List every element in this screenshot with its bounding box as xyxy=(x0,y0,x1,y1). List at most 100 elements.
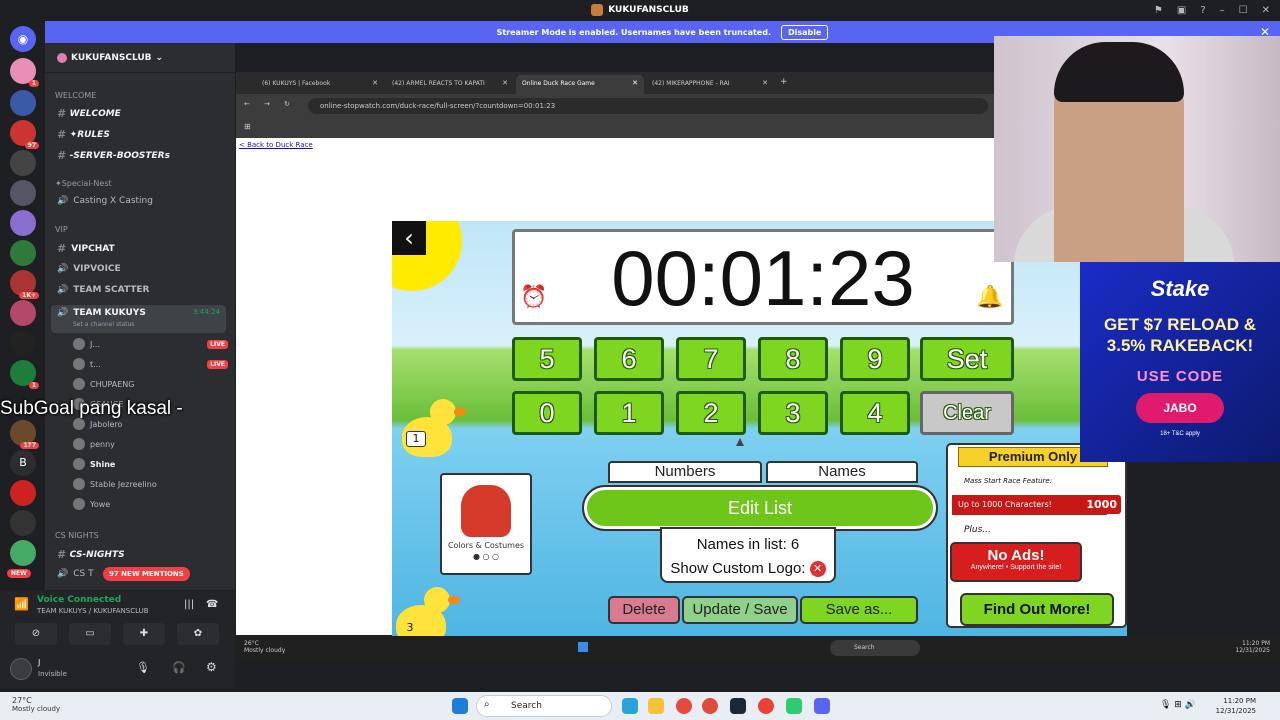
apps-icon[interactable]: ⊞ xyxy=(244,122,251,131)
channel-status[interactable]: Set a channel status xyxy=(73,321,134,328)
tray-icons[interactable]: 🎙 ⊞ 🔊 xyxy=(1160,700,1196,710)
clear-button[interactable]: Clear xyxy=(920,391,1014,435)
channel-vipchat[interactable]: # VIPCHAT xyxy=(57,242,115,255)
browser-tab[interactable]: (42) MIKERAPPHONE - RAI ✕ xyxy=(646,75,774,94)
close-icon[interactable]: ✕ xyxy=(372,79,378,87)
disconnect-icon[interactable]: ☎ xyxy=(206,599,218,610)
channel-welcome[interactable]: # WELCOME xyxy=(57,107,121,120)
chrome-icon[interactable] xyxy=(758,698,774,714)
bell-icon[interactable]: 🔔 xyxy=(976,285,1003,310)
key-6[interactable]: 6 xyxy=(594,337,664,381)
server-icon[interactable]: 1 xyxy=(10,58,39,87)
save-as-button[interactable]: Save as... xyxy=(800,596,918,624)
new-tab-icon[interactable]: + xyxy=(780,77,788,87)
server-icon[interactable] xyxy=(10,210,36,236)
voice-user[interactable]: Yowe xyxy=(73,498,228,510)
close-icon[interactable]: ✕ xyxy=(1262,5,1270,16)
voice-channel[interactable]: TEAM KUKUYS / KUKUFANSCLUB xyxy=(37,607,149,615)
key-5[interactable]: 5 xyxy=(512,337,582,381)
find-out-more-button[interactable]: Find Out More! xyxy=(960,593,1114,626)
category-vip[interactable]: VIP xyxy=(55,225,68,234)
edit-list-button[interactable]: Edit List xyxy=(582,485,938,531)
camera-off-icon[interactable]: ⊘ xyxy=(15,623,57,645)
server-icon[interactable]: 1K+ xyxy=(10,270,39,299)
key-8[interactable]: 8 xyxy=(758,337,828,381)
voice-user[interactable]: t... LIVE xyxy=(73,358,228,370)
key-2[interactable]: 2 xyxy=(676,391,746,435)
key-1[interactable]: 1 xyxy=(594,391,664,435)
voice-user[interactable]: J... LIVE xyxy=(73,338,228,350)
server-icon[interactable] xyxy=(10,90,36,116)
server-icon[interactable] xyxy=(10,240,36,266)
set-button[interactable]: Set xyxy=(920,337,1014,381)
channel-rules[interactable]: # ✦RULES xyxy=(57,128,110,141)
key-4[interactable]: 4 xyxy=(840,391,910,435)
close-icon[interactable]: ✕ xyxy=(809,561,826,578)
costume-card[interactable]: Colors & Costumes ● ○ ○ xyxy=(440,473,532,575)
avatar[interactable] xyxy=(10,658,32,680)
server-icon[interactable]: 177 xyxy=(10,420,39,449)
activities-icon[interactable]: ✚ xyxy=(123,623,165,645)
gear-icon[interactable]: ⚙ xyxy=(206,660,217,674)
server-icon[interactable] xyxy=(10,180,36,206)
channel-boosters[interactable]: # -SERVER-BOOSTERs xyxy=(57,149,170,162)
file-explorer-icon[interactable] xyxy=(648,698,664,714)
alarm-clock-icon[interactable]: ⏰ xyxy=(520,285,547,310)
soundboard-icon[interactable]: ✿ xyxy=(177,623,219,645)
category-welcome[interactable]: WELCOME xyxy=(55,91,96,100)
disable-button[interactable]: Disable xyxy=(780,24,829,40)
server-icon[interactable] xyxy=(10,150,36,176)
browser-tab[interactable]: (42) ARMEL REACTS TO KAPATI ✕ xyxy=(386,75,514,94)
server-header[interactable]: KUKUFANSCLUB ⌄ xyxy=(45,43,235,73)
forward-icon[interactable]: → xyxy=(264,100,270,108)
noise-suppression-icon[interactable]: ||| xyxy=(184,599,194,610)
browser-tab-active[interactable]: Online Duck Race Game ✕ xyxy=(516,75,644,94)
channel-cs-t[interactable]: 🔊 CS T xyxy=(57,569,94,579)
key-7[interactable]: 7 xyxy=(676,337,746,381)
channel-team-kukuys[interactable]: 🔊 TEAM KUKUYS 3:44:24 Set a channel stat… xyxy=(51,305,226,333)
server-letter[interactable]: B xyxy=(10,450,36,476)
discord-home-icon[interactable]: ◉ xyxy=(10,26,36,52)
weather-widget[interactable]: 27°C Mostly cloudy xyxy=(12,696,60,713)
back-icon[interactable]: ← xyxy=(244,100,250,108)
back-arrow-icon[interactable]: ‹ xyxy=(392,221,426,255)
tab-numbers[interactable]: Numbers xyxy=(608,461,762,483)
voice-user[interactable]: CHUPAENG xyxy=(73,378,228,390)
screen-share-icon[interactable]: ▭ xyxy=(69,623,111,645)
new-mentions-badge[interactable]: 97 NEW MENTIONS xyxy=(103,567,190,581)
steam-icon[interactable] xyxy=(730,698,746,714)
discord-icon[interactable] xyxy=(814,698,830,714)
taskbar-clock[interactable]: 11:20 PM 12/31/2025 xyxy=(1216,696,1256,716)
reload-icon[interactable]: ↻ xyxy=(284,100,290,108)
headphones-icon[interactable]: 🎧 xyxy=(172,661,186,674)
key-0[interactable]: 0 xyxy=(512,391,582,435)
voice-user[interactable]: penny xyxy=(73,438,228,450)
close-icon[interactable]: ✕ xyxy=(502,79,508,87)
minimize-icon[interactable]: – xyxy=(1220,5,1225,16)
update-save-button[interactable]: Update / Save xyxy=(682,596,798,624)
delete-button[interactable]: Delete xyxy=(608,596,680,624)
category-special-nest[interactable]: ✦Special-Nest xyxy=(55,179,112,188)
server-icon[interactable]: 1 xyxy=(10,360,39,389)
taskbar-search[interactable]: Search xyxy=(476,695,612,717)
server-icon[interactable] xyxy=(10,480,36,506)
chrome-icon[interactable] xyxy=(676,698,692,714)
windows-start-icon[interactable] xyxy=(452,698,468,714)
maximize-icon[interactable]: ☐ xyxy=(1239,5,1248,16)
browser-tab[interactable]: (6) KUKUYS | Facebook ✕ xyxy=(256,75,384,94)
carousel-dots[interactable]: ● ○ ○ xyxy=(442,552,530,561)
channel-casting[interactable]: 🔊 Casting X Casting xyxy=(57,196,153,206)
server-icon[interactable] xyxy=(10,540,36,566)
server-icon[interactable] xyxy=(10,510,36,536)
channel-team-scatter[interactable]: 🔊 TEAM SCATTER xyxy=(57,285,149,295)
key-9[interactable]: 9 xyxy=(840,337,910,381)
inbox-icon[interactable]: ⚑ xyxy=(1154,5,1163,16)
url-input[interactable]: online-stopwatch.com/duck-race/full-scre… xyxy=(308,98,988,114)
server-icon[interactable] xyxy=(10,300,36,326)
server-icon[interactable]: 97 xyxy=(10,120,39,149)
voice-user[interactable]: Shine xyxy=(73,458,228,470)
tab-names[interactable]: Names xyxy=(766,461,918,483)
key-3[interactable]: 3 xyxy=(758,391,828,435)
category-cs-nights[interactable]: CS NIGHTS xyxy=(55,531,99,540)
app-icon[interactable] xyxy=(786,698,802,714)
